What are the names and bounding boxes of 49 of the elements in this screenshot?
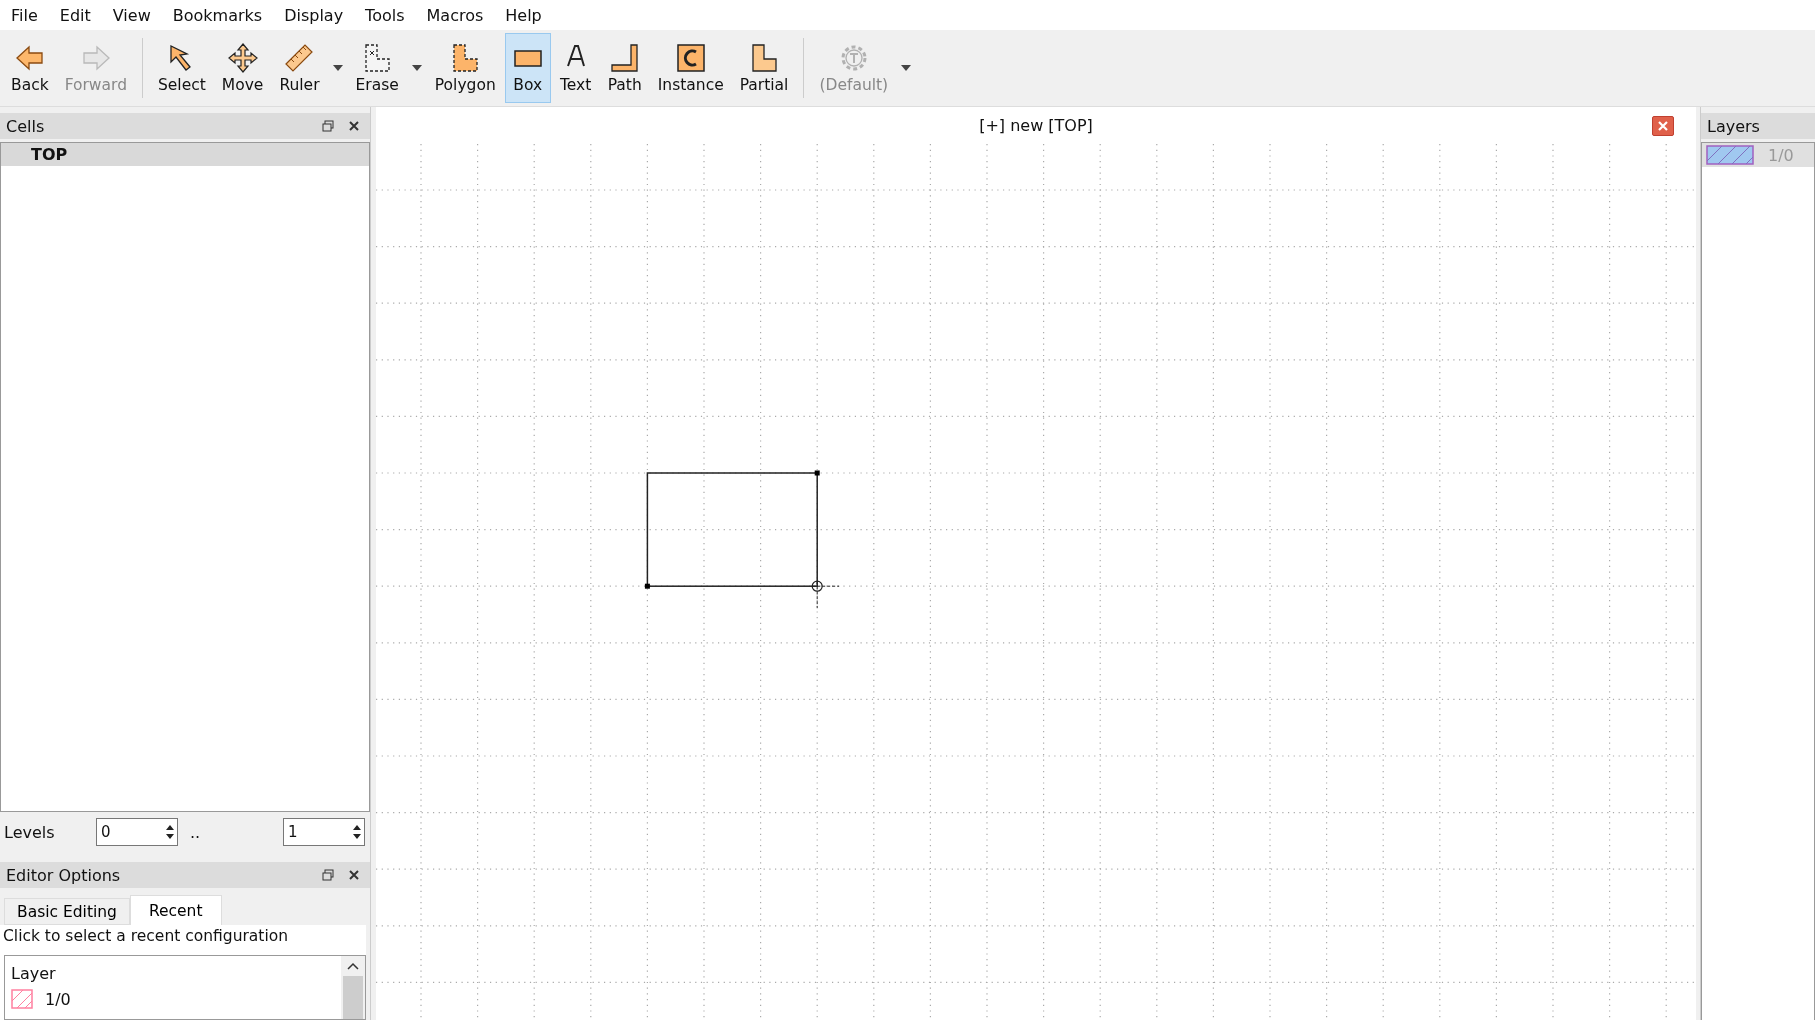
menu-item[interactable]: Tools bbox=[356, 5, 418, 25]
spin-box[interactable]: 0 bbox=[96, 818, 178, 846]
float-icon[interactable] bbox=[322, 869, 334, 881]
float-icon[interactable] bbox=[322, 120, 334, 132]
move-arrows-icon bbox=[226, 42, 259, 74]
spin-box[interactable]: 1 bbox=[283, 818, 365, 846]
tree-item[interactable]: TOP bbox=[1, 143, 369, 166]
layer-label[interactable]: 1/0 bbox=[45, 989, 71, 1009]
toolbar-button[interactable]: Partial bbox=[732, 33, 796, 103]
menu-item[interactable]: View bbox=[103, 5, 164, 25]
caret-icon bbox=[411, 65, 422, 71]
panel-title: Editor Options bbox=[6, 865, 122, 885]
crosshair-cursor-icon bbox=[811, 580, 840, 609]
column-header: Layer bbox=[11, 964, 57, 983]
toolbar-button[interactable]: Text bbox=[552, 33, 599, 103]
hint-text: Click to select a recent configuration bbox=[2, 926, 290, 947]
caret-icon bbox=[332, 65, 343, 71]
box-shape[interactable] bbox=[644, 470, 820, 589]
menu-item[interactable]: Bookmarks bbox=[163, 5, 276, 25]
toolbar-button[interactable]: Ruler bbox=[272, 33, 327, 103]
panel-title: Cells bbox=[6, 116, 46, 136]
layout-title: [+] new [TOP] bbox=[979, 115, 1093, 135]
toolbar-button[interactable]: Polygon bbox=[427, 33, 503, 103]
c-square-icon bbox=[674, 42, 707, 74]
tab[interactable]: Basic Editing bbox=[4, 898, 130, 925]
caret-up-icon[interactable] bbox=[347, 962, 359, 970]
caret-icon bbox=[901, 65, 912, 71]
panel-title: Layers bbox=[1707, 116, 1760, 136]
close-icon[interactable] bbox=[348, 869, 360, 881]
toolbar-button[interactable]: Back bbox=[4, 33, 56, 103]
range-separator: .. bbox=[189, 822, 202, 842]
scroll-bar[interactable] bbox=[341, 956, 365, 1019]
toolbar-button[interactable]: Box bbox=[504, 33, 551, 103]
menu-item[interactable]: Display bbox=[275, 5, 357, 25]
toolbar-button[interactable]: Erase bbox=[348, 33, 406, 103]
toolbar-button[interactable]: Move bbox=[214, 33, 271, 103]
menu-item[interactable]: File bbox=[2, 5, 51, 25]
toolbar-button[interactable]: Path bbox=[600, 33, 649, 103]
menu-item[interactable]: Macros bbox=[417, 5, 497, 25]
path-icon bbox=[608, 42, 641, 74]
levels-label: Levels bbox=[4, 822, 56, 842]
menu-item[interactable]: Help bbox=[496, 5, 555, 25]
close-icon[interactable] bbox=[348, 120, 360, 132]
close-button[interactable] bbox=[1652, 116, 1674, 136]
close-icon bbox=[1657, 120, 1669, 132]
menu-item[interactable]: Edit bbox=[50, 5, 104, 25]
toolbar-button[interactable]: Instance bbox=[650, 33, 731, 103]
toolbar-button[interactable]: Select bbox=[151, 33, 213, 103]
tab[interactable]: Recent bbox=[129, 895, 222, 925]
